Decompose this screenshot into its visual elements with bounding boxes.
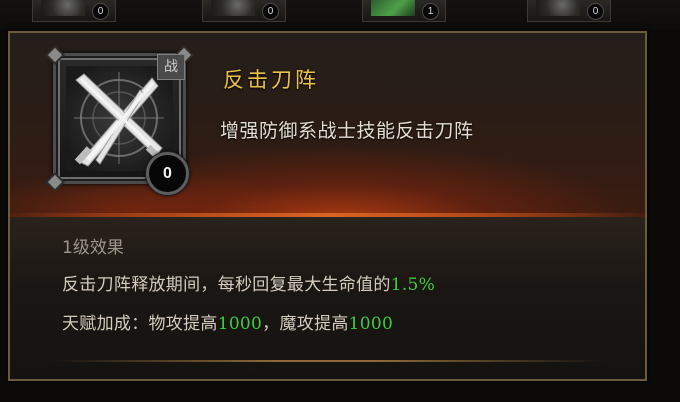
skill-description: 增强防御系战士技能反击刀阵 — [220, 120, 474, 142]
effect-value: 1000 — [348, 314, 394, 334]
effect-value: 1000 — [217, 314, 263, 334]
talent-slot-icon — [211, 0, 255, 16]
talent-slot-count: 1 — [422, 3, 439, 20]
effect-value: 1.5% — [390, 275, 436, 295]
effect-line-2: 天赋加成：物攻提高1000，魔攻提高1000 — [62, 309, 393, 334]
talent-slot-icon — [41, 0, 85, 16]
skill-tooltip: 战 0 反击刀阵 增强防御系战士技能反击刀阵 1级效果 反击刀阵释放期间，每秒回… — [8, 31, 647, 381]
effect-text: 反击刀阵释放期间，每秒回复最大生命值的 — [62, 275, 391, 295]
bottom-strip-partial — [0, 388, 680, 402]
effect-level-title: 1级效果 — [62, 238, 124, 258]
warrior-class-badge: 战 — [157, 54, 185, 80]
talent-slot-icon — [371, 0, 415, 16]
talent-slot-count: 0 — [587, 3, 604, 20]
skill-level-indicator: 0 — [146, 152, 189, 195]
talent-slot-strip: 0 0 1 0 — [0, 0, 680, 30]
talent-slot-icon — [536, 0, 580, 16]
skill-name: 反击刀阵 — [223, 68, 319, 92]
talent-slot-count: 0 — [262, 3, 279, 20]
effect-text: ，魔攻提高 — [262, 314, 349, 334]
talent-slot[interactable]: 0 — [527, 0, 611, 22]
talent-slot-selected[interactable]: 1 — [362, 0, 446, 22]
effect-text: 天赋加成：物攻提高 — [62, 314, 218, 334]
talent-slot[interactable]: 0 — [32, 0, 116, 22]
effect-line-1: 反击刀阵释放期间，每秒回复最大生命值的1.5% — [62, 270, 435, 295]
talent-slot-count: 0 — [92, 3, 109, 20]
talent-slot[interactable]: 0 — [202, 0, 286, 22]
bottom-divider — [50, 360, 605, 362]
